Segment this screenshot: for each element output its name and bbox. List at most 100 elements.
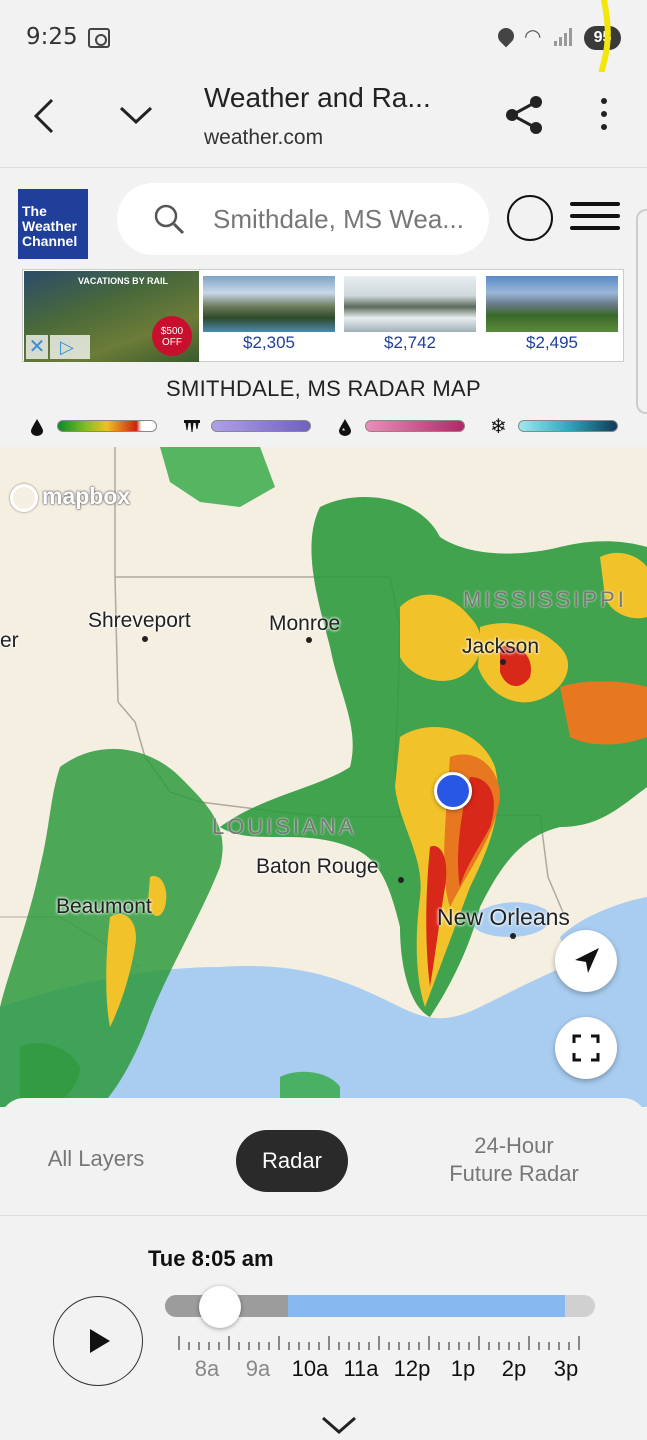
timeline-tick: [228, 1336, 230, 1350]
timeline-tick: [388, 1342, 390, 1350]
timeline-tick: [468, 1342, 470, 1350]
timeline-tick: [508, 1342, 510, 1350]
layer-tabs: All Layers Radar 24-Hour Future Radar: [0, 1098, 647, 1216]
timeline-tick: [378, 1336, 380, 1350]
rain-icon: [31, 419, 43, 436]
timeline-tick: [538, 1342, 540, 1350]
timeline-tick: [248, 1342, 250, 1350]
hour-label: 9a: [245, 1356, 271, 1381]
menu-icon[interactable]: [570, 202, 620, 230]
chevron-down-icon[interactable]: [118, 100, 154, 130]
timeline-tick: [408, 1342, 410, 1350]
timeline-tick: [458, 1342, 460, 1350]
logo-line: The: [22, 203, 47, 219]
ice-legend-bar: [211, 420, 311, 432]
city-label-beaumont: Beaumont: [56, 895, 152, 918]
timeline-tick: [238, 1342, 240, 1350]
chevron-down-icon[interactable]: [320, 1414, 358, 1436]
timeline-tick: [488, 1342, 490, 1350]
timeline-tick: [558, 1342, 560, 1350]
tab-radar[interactable]: Radar: [236, 1130, 348, 1192]
search-icon[interactable]: [153, 203, 185, 235]
city-label-monroe: Monroe: [269, 612, 341, 635]
timeline-tick: [528, 1336, 530, 1350]
search-input[interactable]: [213, 201, 483, 237]
more-options-icon[interactable]: [596, 98, 612, 134]
ad-close-icon[interactable]: ✕: [26, 335, 48, 359]
logo-line: Weather: [22, 218, 77, 234]
city-marker: [306, 637, 312, 643]
weather-channel-logo[interactable]: The Weather Channel: [18, 189, 88, 259]
rain-legend-bar: [57, 420, 157, 432]
timeline-tick: [208, 1342, 210, 1350]
ad-tile[interactable]: $2,742: [344, 276, 476, 356]
radar-controls-panel: All Layers Radar 24-Hour Future Radar Tu…: [0, 1098, 647, 1440]
timeline-tick: [578, 1336, 580, 1350]
adchoices-icon[interactable]: ▷: [50, 335, 90, 359]
timeline-tick: [568, 1342, 570, 1350]
timeline-tick: [278, 1336, 280, 1350]
current-location-marker: [434, 772, 472, 810]
profile-icon[interactable]: [507, 195, 553, 241]
mix-legend-bar: [365, 420, 465, 432]
advertisement-banner[interactable]: VACATIONS BY RAIL $500 OFF ✕ ▷ $2,305 $2…: [22, 269, 624, 362]
ad-tile-image: [203, 276, 335, 332]
locate-me-button[interactable]: [555, 930, 617, 992]
hour-label: 8a: [194, 1356, 220, 1381]
timeline-tick: [448, 1342, 450, 1350]
fullscreen-button[interactable]: [555, 1017, 617, 1079]
back-icon[interactable]: [30, 96, 60, 136]
timeline-tick: [338, 1342, 340, 1350]
wifi-icon: ◠: [524, 26, 542, 48]
snow-icon: ❄: [490, 416, 507, 438]
radar-map-title: SMITHDALE, MS RADAR MAP: [166, 376, 481, 401]
hour-label: 11a: [343, 1356, 379, 1381]
screenshot-icon: [88, 28, 110, 48]
signal-icon: [554, 28, 574, 46]
location-icon: [494, 24, 518, 48]
ad-tile-image: [344, 276, 476, 332]
radar-map[interactable]: mapbox MISSISSIPPI LOUISIANA er Shrevepo…: [0, 447, 647, 1107]
hour-label: 3p: [553, 1356, 579, 1381]
timeline-tick: [328, 1336, 330, 1350]
city-marker: [500, 659, 506, 665]
timeline-tick: [308, 1342, 310, 1350]
mapbox-attribution-text: mapbox: [42, 483, 131, 509]
state-label-mississippi: MISSISSIPPI: [463, 587, 627, 612]
tab-all-layers[interactable]: All Layers: [28, 1146, 164, 1172]
logo-line: Channel: [22, 233, 78, 249]
precip-legend: * ❄: [0, 414, 647, 440]
ad-tile[interactable]: $2,495: [486, 276, 618, 356]
tab-future-radar[interactable]: 24-Hour Future Radar: [432, 1132, 596, 1188]
tab-future-radar-line1: 24-Hour: [474, 1133, 554, 1158]
ad-main-image[interactable]: VACATIONS BY RAIL $500 OFF ✕ ▷: [24, 271, 199, 362]
state-label-louisiana: LOUISIANA: [212, 814, 357, 839]
ice-icon: [184, 420, 200, 433]
mapbox-attribution[interactable]: mapbox: [10, 483, 130, 512]
ad-tile-image: [486, 276, 618, 332]
timeline-forecast-segment: [288, 1295, 565, 1317]
timeline-tick: [188, 1342, 190, 1350]
ad-tile[interactable]: $2,305: [203, 276, 335, 356]
timeline-tick: [498, 1342, 500, 1350]
page-title: Weather and Ra...: [204, 82, 431, 113]
timeline-ticks: [178, 1334, 588, 1350]
timeline-tick: [348, 1342, 350, 1350]
hour-label: 1p: [450, 1356, 476, 1381]
timeline-tick: [198, 1342, 200, 1350]
hour-label: 2p: [501, 1356, 527, 1381]
timeline-tick: [318, 1342, 320, 1350]
timeline-tick: [368, 1342, 370, 1350]
search-box[interactable]: [117, 183, 489, 255]
mapbox-logo-icon: [10, 483, 38, 512]
share-icon[interactable]: [504, 94, 544, 136]
ad-tile-price: $2,495: [526, 333, 578, 352]
timeline-tick: [398, 1342, 400, 1350]
fullscreen-icon: [572, 1034, 600, 1062]
timeline-handle[interactable]: [199, 1286, 241, 1328]
city-label-edge: er: [0, 629, 19, 652]
ad-discount-badge: $500 OFF: [152, 316, 192, 356]
timeline-tick: [548, 1342, 550, 1350]
page-url: weather.com: [204, 126, 324, 149]
play-button[interactable]: [53, 1296, 143, 1386]
